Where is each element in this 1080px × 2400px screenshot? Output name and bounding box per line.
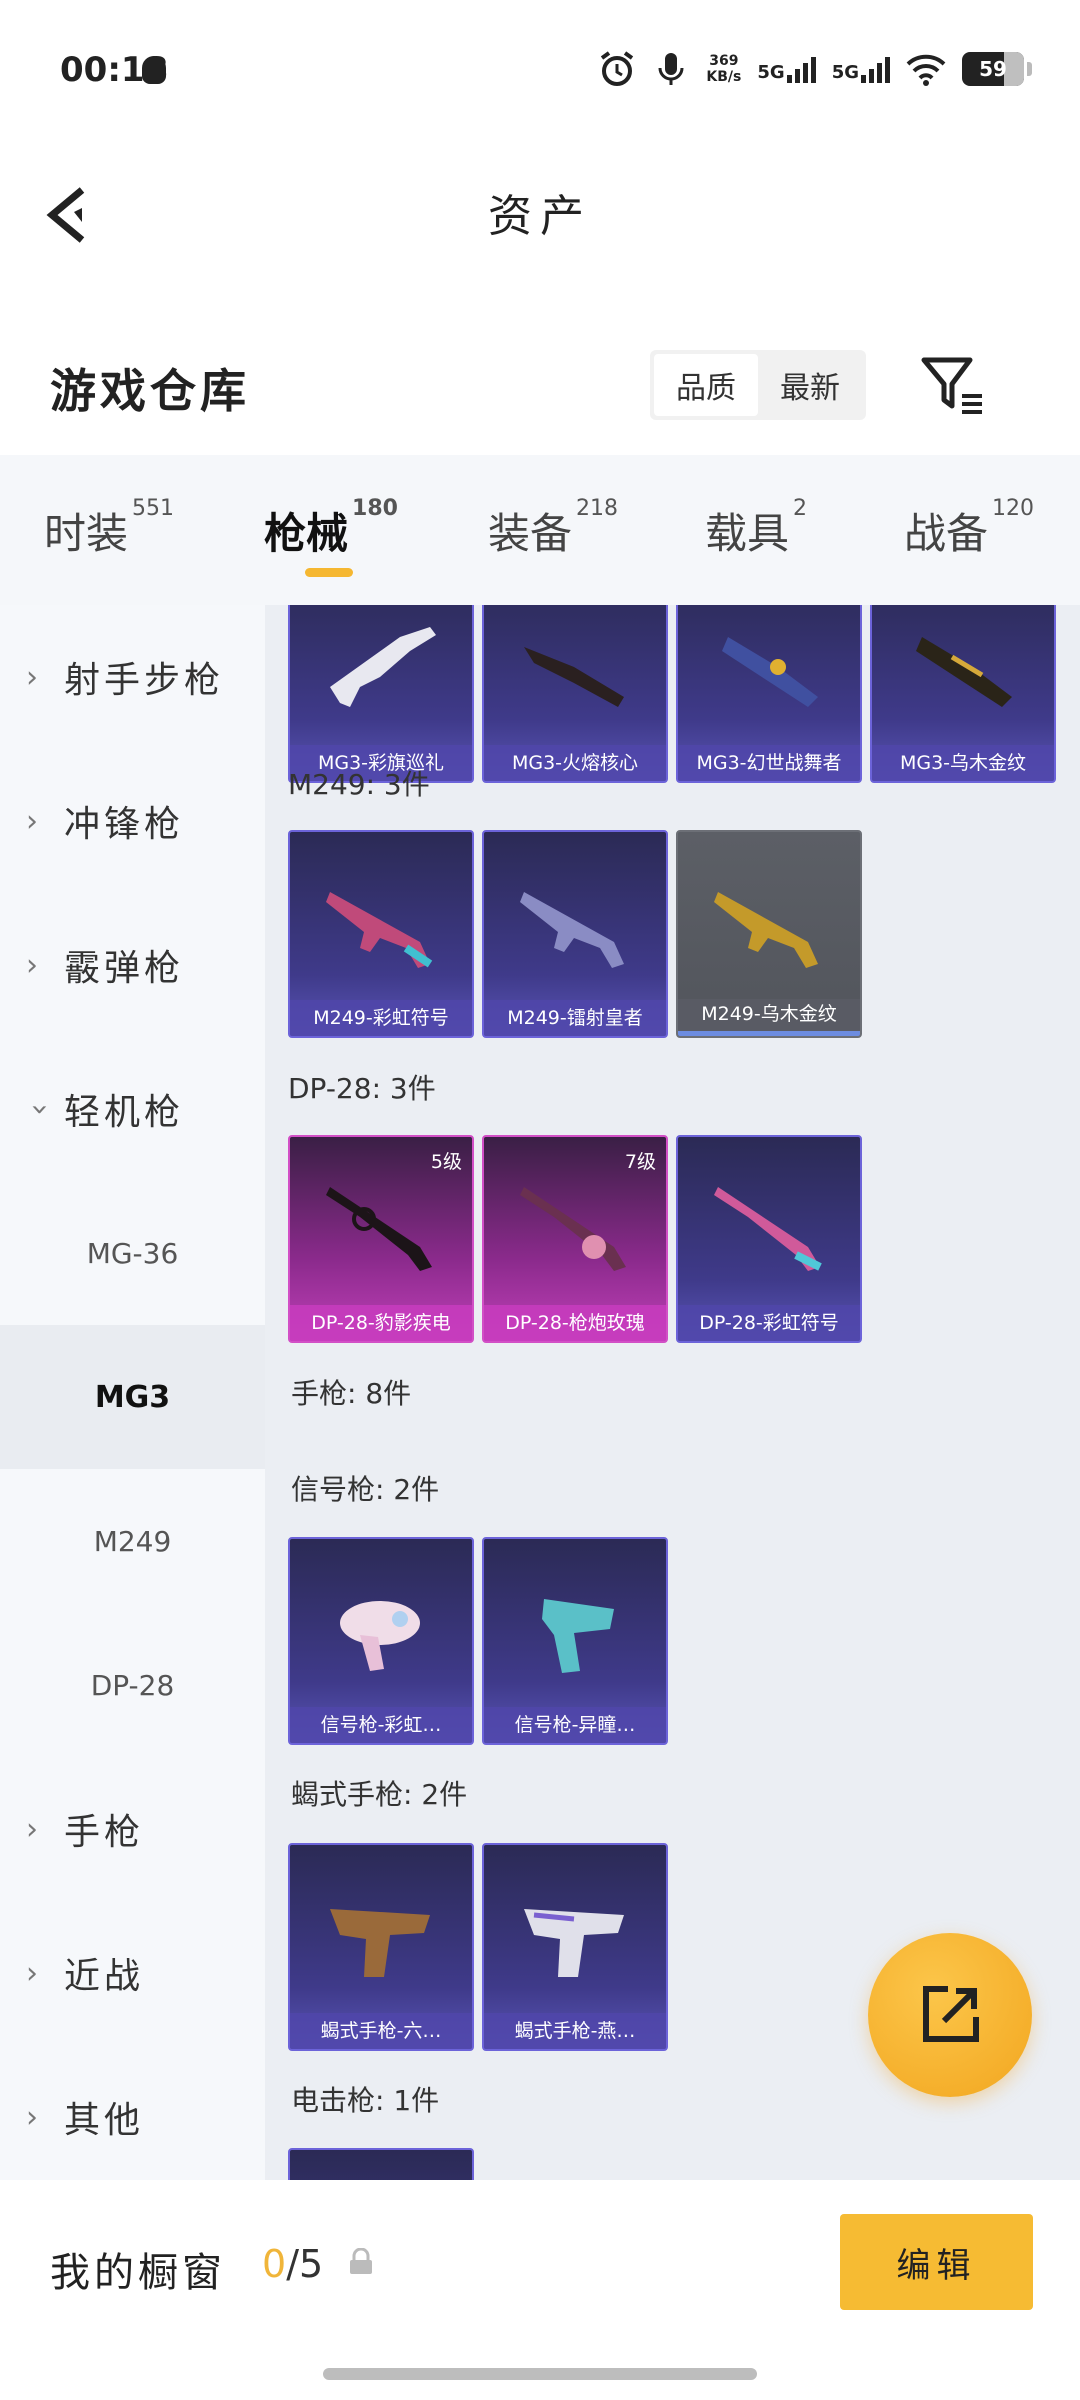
showcase-label: 我的橱窗	[50, 2250, 226, 2296]
sidebar-sub-mg36[interactable]: MG-36	[0, 1181, 265, 1325]
sidebar: › 射手步枪 › 冲锋枪 › 霰弹枪 › 轻机枪 MG-36 MG3 M249 DP-2…	[0, 605, 265, 2180]
filter-icon[interactable]	[918, 350, 988, 420]
chevron-right-icon: ›	[26, 947, 38, 983]
item-card[interactable]: DP-28-彩虹符号	[676, 1135, 862, 1343]
qq-icon	[142, 56, 166, 84]
pistol-icon	[330, 1909, 430, 1977]
item-card[interactable]: 信号枪-彩虹…	[288, 1537, 474, 1745]
group-label-m249: M249: 3件	[288, 768, 430, 801]
rifle-icon	[714, 892, 818, 968]
tab-supplies[interactable]: 战备120	[904, 496, 1034, 561]
rifle-icon	[524, 647, 624, 707]
item-card[interactable]: 5级 DP-28-豹影疾电	[288, 1135, 474, 1343]
sidebar-item-melee[interactable]: › 近战	[0, 1901, 265, 2045]
item-card[interactable]: 蝎式手枪-六…	[288, 1843, 474, 2051]
signal-1: 5G	[757, 55, 816, 83]
pistol-icon	[524, 1909, 624, 1977]
tab-vehicles[interactable]: 载具2	[705, 496, 807, 561]
signal-bars-icon	[861, 55, 890, 83]
rifle-icon	[330, 627, 436, 707]
sort-quality-button[interactable]: 品质	[654, 354, 758, 416]
tab-equipment[interactable]: 装备218	[488, 496, 618, 561]
category-tabs: 时装551 枪械180 装备218 载具2 战备120	[0, 455, 1080, 605]
item-card[interactable]: 蝎式手枪-燕…	[482, 1843, 668, 2051]
showcase-bar: 我的橱窗 0/5 编辑	[0, 2180, 1080, 2400]
item-card[interactable]: MG3-彩旗巡礼	[288, 605, 474, 783]
sidebar-item-smg[interactable]: › 冲锋枪	[0, 749, 265, 893]
sidebar-item-pistol[interactable]: › 手枪	[0, 1757, 265, 1901]
status-icons: 369 KB/s 5G 5G 59	[598, 44, 1032, 94]
warehouse-title: 游戏仓库	[50, 364, 250, 418]
item-card[interactable]: 信号枪-异瞳…	[482, 1537, 668, 1745]
chevron-right-icon: ›	[26, 1811, 38, 1847]
item-card[interactable]: M249-镭射皇者	[482, 830, 668, 1038]
rifle-icon	[520, 892, 624, 968]
pistol-icon	[340, 1601, 420, 1671]
battery-icon: 59	[962, 52, 1032, 86]
group-label-dp28: DP-28: 3件	[288, 1072, 436, 1105]
active-tab-indicator	[305, 568, 353, 577]
rifle-icon	[722, 637, 818, 707]
network-speed: 369 KB/s	[706, 53, 742, 85]
page-title: 资产	[488, 191, 592, 242]
home-indicator[interactable]	[323, 2368, 757, 2380]
rifle-icon	[326, 892, 433, 968]
item-card[interactable]: MG3-乌木金纹	[870, 605, 1056, 783]
share-button[interactable]	[868, 1933, 1032, 2097]
share-icon	[923, 1986, 979, 2042]
sidebar-item-other[interactable]: › 其他	[0, 2045, 265, 2189]
group-label-pistol: 手枪: 8件	[291, 1377, 412, 1410]
chevron-right-icon: ›	[26, 803, 38, 839]
header: 资产	[0, 130, 1080, 300]
sidebar-sub-mg3[interactable]: MG3	[0, 1325, 265, 1469]
status-bar: 00:18 369 KB/s 5G 5G 59	[0, 0, 1080, 130]
pistol-icon	[542, 1599, 614, 1673]
item-card[interactable]: M249-彩虹符号	[288, 830, 474, 1038]
item-card[interactable]: M249-乌木金纹	[676, 830, 862, 1038]
rifle-icon	[326, 1187, 432, 1271]
group-label-taser: 电击枪: 1件	[291, 2084, 440, 2117]
showcase-count: 0/5	[262, 2242, 324, 2286]
item-card[interactable]: MG3-幻世战舞者	[676, 605, 862, 783]
sidebar-item-lmg[interactable]: › 轻机枪	[0, 1037, 265, 1181]
sidebar-sub-m249[interactable]: M249	[0, 1469, 265, 1613]
level-badge: 5级	[430, 1151, 462, 1173]
item-card[interactable]: 7级 DP-28-枪炮玫瑰	[482, 1135, 668, 1343]
signal-2: 5G	[832, 55, 890, 83]
rifle-icon	[714, 1187, 822, 1271]
group-label-scorpion: 蝎式手枪: 2件	[291, 1778, 468, 1811]
lock-icon	[350, 2248, 372, 2274]
level-badge: 7级	[624, 1151, 656, 1173]
rifle-icon	[520, 1187, 626, 1271]
sidebar-item-shotgun[interactable]: › 霰弹枪	[0, 893, 265, 1037]
group-label-flare: 信号枪: 2件	[291, 1473, 440, 1506]
sort-newest-button[interactable]: 最新	[758, 354, 862, 416]
chevron-right-icon: ›	[26, 2099, 38, 2135]
sort-toggle: 品质 最新	[650, 350, 866, 420]
rifle-icon	[916, 637, 1012, 707]
chevron-right-icon: ›	[26, 1955, 38, 1991]
signal-bars-icon	[786, 55, 816, 83]
alarm-icon	[601, 51, 634, 86]
item-card[interactable]: MG3-火熔核心	[482, 605, 668, 783]
tab-fashion[interactable]: 时装551	[44, 496, 174, 561]
wifi-icon	[906, 54, 946, 86]
sidebar-sub-dp28[interactable]: DP-28	[0, 1613, 265, 1757]
chevron-right-icon: ›	[26, 659, 38, 695]
microphone-icon	[658, 53, 684, 85]
tab-guns[interactable]: 枪械180	[264, 496, 398, 561]
item-card[interactable]	[288, 2148, 474, 2180]
sidebar-item-sniper[interactable]: › 射手步枪	[0, 605, 265, 749]
edit-button[interactable]: 编辑	[840, 2214, 1033, 2310]
chevron-down-icon: ›	[22, 1103, 58, 1115]
